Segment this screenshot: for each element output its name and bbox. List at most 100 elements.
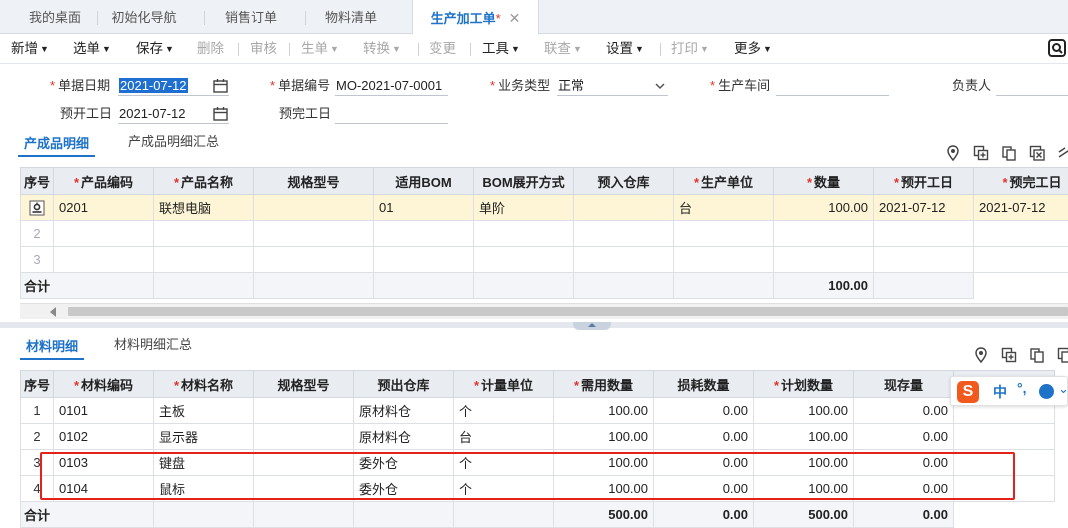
tab-product-detail[interactable]: 产成品明细 bbox=[18, 131, 96, 157]
col-header[interactable]: * 计量单位 bbox=[453, 370, 554, 398]
col-header[interactable]: * 数量 bbox=[773, 167, 874, 195]
cell-bom-expand[interactable]: 单阶 bbox=[473, 194, 574, 221]
cell-need-qty[interactable]: 100.00 bbox=[553, 397, 654, 424]
cell-warehouse[interactable]: 委外仓 bbox=[353, 475, 454, 502]
cell-bom-expand[interactable] bbox=[473, 246, 574, 273]
tab-sales-order[interactable]: 销售订单 bbox=[210, 0, 292, 34]
save-button[interactable]: 保存 ▼ bbox=[136, 34, 174, 64]
cell-plan-start[interactable] bbox=[873, 220, 974, 247]
table-row[interactable]: 0201 联想电脑 01 单阶 台 100.00 2021-07-12 2021… bbox=[20, 194, 1068, 221]
insert-row-icon[interactable] bbox=[1001, 347, 1017, 363]
table-row[interactable]: 1 0101 主板 原材料仓 个 100.00 0.00 100.00 0.00 bbox=[20, 397, 1055, 424]
convert-button[interactable]: 转换 ▼ bbox=[363, 34, 401, 64]
cell-warehouse[interactable]: 原材料仓 bbox=[353, 423, 454, 450]
cell-plan-start[interactable] bbox=[873, 246, 974, 273]
cell-warehouse[interactable] bbox=[573, 246, 674, 273]
change-button[interactable]: 变更 bbox=[429, 34, 456, 64]
more-button[interactable]: 更多 ▼ bbox=[734, 34, 772, 64]
generate-button[interactable]: 生单 ▼ bbox=[301, 34, 339, 64]
col-header[interactable]: BOM展开方式 bbox=[473, 167, 574, 195]
copy-row-icon[interactable] bbox=[1029, 347, 1045, 363]
cell-plan-start[interactable]: 2021-07-12 bbox=[873, 194, 974, 221]
cell-bom[interactable] bbox=[373, 246, 474, 273]
cell-plan-qty[interactable]: 100.00 bbox=[753, 449, 854, 476]
cell-material-code[interactable]: 0101 bbox=[53, 397, 154, 424]
table-row[interactable]: 3 bbox=[20, 246, 1068, 273]
cell-unit[interactable] bbox=[673, 220, 774, 247]
cell-material-code[interactable]: 0104 bbox=[53, 475, 154, 502]
col-header[interactable]: * 产品编码 bbox=[53, 167, 154, 195]
col-header[interactable]: 预入仓库 bbox=[573, 167, 674, 195]
delete-row-icon[interactable] bbox=[1057, 347, 1068, 363]
cell-need-qty[interactable]: 100.00 bbox=[553, 423, 654, 450]
search-icon[interactable] bbox=[1048, 39, 1066, 57]
close-tab-icon[interactable]: ✕ bbox=[509, 10, 521, 26]
col-header[interactable]: * 材料名称 bbox=[153, 370, 254, 398]
col-header[interactable]: * 产品名称 bbox=[153, 167, 254, 195]
cell-unit[interactable]: 个 bbox=[453, 475, 554, 502]
ime-logo-icon[interactable]: S bbox=[957, 381, 979, 403]
cell-warehouse[interactable]: 委外仓 bbox=[353, 449, 454, 476]
row-options-icon[interactable] bbox=[29, 200, 45, 216]
calendar-icon[interactable] bbox=[213, 106, 228, 121]
cell-plan-qty[interactable]: 100.00 bbox=[753, 423, 854, 450]
cell-material-name[interactable]: 鼠标 bbox=[153, 475, 254, 502]
tab-product-summary[interactable]: 产成品明细汇总 bbox=[128, 129, 219, 155]
cell-spec[interactable] bbox=[253, 194, 374, 221]
cell-loss-qty[interactable]: 0.00 bbox=[653, 449, 754, 476]
col-header[interactable]: 规格型号 bbox=[253, 370, 354, 398]
locate-icon[interactable] bbox=[945, 145, 961, 161]
cell-material-code[interactable]: 0102 bbox=[53, 423, 154, 450]
cell-bom[interactable] bbox=[373, 220, 474, 247]
cell-qty[interactable]: 100.00 bbox=[773, 194, 874, 221]
select-button[interactable]: 选单 ▼ bbox=[73, 34, 111, 64]
cell-spec[interactable] bbox=[253, 475, 354, 502]
new-button[interactable]: 新增 ▼ bbox=[11, 34, 49, 64]
cell-product-name[interactable] bbox=[153, 220, 254, 247]
cell-unit[interactable]: 个 bbox=[453, 449, 554, 476]
table-row[interactable]: 3 0103 键盘 委外仓 个 100.00 0.00 100.00 0.00 bbox=[20, 449, 1055, 476]
cell-spec[interactable] bbox=[253, 423, 354, 450]
emoji-icon[interactable] bbox=[1039, 384, 1054, 399]
cell-plan-qty[interactable]: 100.00 bbox=[753, 475, 854, 502]
col-header[interactable]: 损耗数量 bbox=[653, 370, 754, 398]
horizontal-scrollbar[interactable] bbox=[20, 303, 1068, 319]
cell-unit[interactable]: 台 bbox=[673, 194, 774, 221]
tab-bom[interactable]: 物料清单 bbox=[310, 0, 392, 34]
cell-product-code[interactable] bbox=[53, 246, 154, 273]
cell-qty[interactable] bbox=[773, 220, 874, 247]
table-row[interactable]: 4 0104 鼠标 委外仓 个 100.00 0.00 100.00 0.00 bbox=[20, 475, 1055, 502]
cell-spec[interactable] bbox=[253, 397, 354, 424]
calendar-icon[interactable] bbox=[213, 78, 228, 93]
tools-button[interactable]: 工具 ▼ bbox=[482, 34, 520, 64]
table-row[interactable]: 2 bbox=[20, 220, 1068, 247]
cell-product-name[interactable] bbox=[153, 246, 254, 273]
tab-production-order[interactable]: 生产加工单* ✕ bbox=[412, 0, 539, 35]
cell-need-qty[interactable]: 100.00 bbox=[553, 475, 654, 502]
insert-row-icon[interactable] bbox=[973, 145, 989, 161]
col-header[interactable]: 预出仓库 bbox=[353, 370, 454, 398]
copy-row-icon[interactable] bbox=[1001, 145, 1017, 161]
col-header[interactable]: 规格型号 bbox=[253, 167, 374, 195]
cell-unit[interactable]: 个 bbox=[453, 397, 554, 424]
scroll-left-icon[interactable] bbox=[50, 307, 56, 317]
scrollbar-thumb[interactable] bbox=[68, 307, 1068, 316]
cell-loss-qty[interactable]: 0.00 bbox=[653, 475, 754, 502]
panel-splitter[interactable] bbox=[0, 322, 1068, 330]
col-header[interactable]: * 材料编码 bbox=[53, 370, 154, 398]
cell-stock[interactable]: 0.00 bbox=[853, 475, 954, 502]
cell-material-name[interactable]: 显示器 bbox=[153, 423, 254, 450]
owner-field[interactable] bbox=[996, 76, 1068, 96]
ime-toolbar[interactable]: S 中 °, ⌄ bbox=[950, 376, 1068, 406]
col-header[interactable]: 现存量 bbox=[853, 370, 954, 398]
ime-punct-toggle[interactable]: °, bbox=[1017, 380, 1027, 396]
col-header[interactable]: 序号 bbox=[20, 167, 54, 195]
cell-material-name[interactable]: 键盘 bbox=[153, 449, 254, 476]
doc-no-field[interactable]: MO-2021-07-0001 bbox=[335, 76, 448, 96]
link-query-button[interactable]: 联查 ▼ bbox=[544, 34, 582, 64]
plan-finish-field[interactable] bbox=[335, 104, 448, 124]
cell-stock[interactable]: 0.00 bbox=[853, 449, 954, 476]
cell-loss-qty[interactable]: 0.00 bbox=[653, 423, 754, 450]
workshop-field[interactable] bbox=[776, 76, 889, 96]
col-header[interactable]: 适用BOM bbox=[373, 167, 474, 195]
